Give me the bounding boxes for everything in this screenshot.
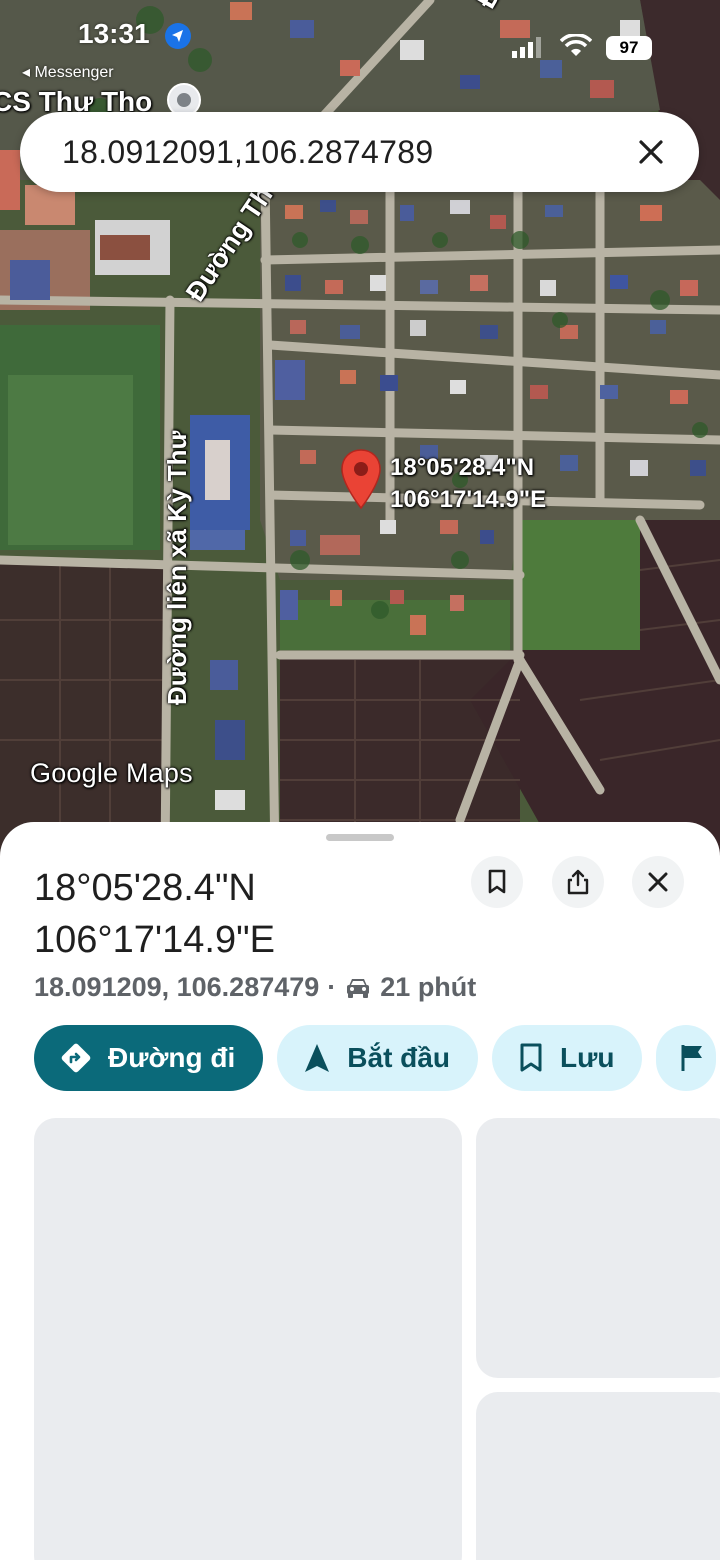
share-button[interactable] bbox=[552, 856, 604, 908]
place-title: 18°05'28.4"N 106°17'14.9"E bbox=[34, 862, 454, 966]
decimal-coordinates: 18.091209, 106.287479 bbox=[34, 972, 320, 1002]
more-action-chip[interactable] bbox=[656, 1025, 717, 1091]
location-pin[interactable] bbox=[340, 448, 382, 510]
close-icon bbox=[648, 872, 668, 892]
road-label-lien-xa: Đường liên xã Kỳ Thư bbox=[162, 430, 192, 705]
save-button[interactable]: Lưu bbox=[491, 1025, 643, 1091]
start-label: Bắt đầu bbox=[347, 1042, 450, 1073]
save-label: Lưu bbox=[559, 1042, 615, 1073]
bookmark-button[interactable] bbox=[471, 856, 523, 908]
battery-indicator: 97 bbox=[606, 36, 652, 60]
back-to-messenger[interactable]: ◂ Messenger bbox=[22, 62, 114, 82]
place-subline: 18.091209, 106.287479 · 21 phút bbox=[34, 972, 476, 1003]
status-time: 13:31 bbox=[78, 18, 150, 49]
share-icon bbox=[567, 869, 589, 895]
title-latitude: 18°05'28.4"N bbox=[34, 867, 256, 909]
signal-icon bbox=[512, 36, 542, 63]
directions-button[interactable]: Đường đi bbox=[34, 1025, 264, 1091]
map-pin-icon bbox=[341, 449, 381, 510]
car-icon bbox=[347, 978, 370, 998]
sheet-drag-handle[interactable] bbox=[326, 834, 394, 841]
satellite-map[interactable]: CS Thư Tho Đ Đường Th Đường liên xã Kỳ T… bbox=[0, 0, 720, 860]
drive-time: 21 phút bbox=[380, 972, 477, 1002]
directions-icon bbox=[61, 1043, 91, 1073]
pin-coordinates-label: 18°05'28.4"N 106°17'14.9"E bbox=[390, 454, 547, 513]
photo-placeholder-top-right[interactable] bbox=[476, 1118, 720, 1378]
wifi-icon bbox=[559, 33, 593, 63]
clear-search-button[interactable] bbox=[631, 132, 671, 172]
directions-label: Đường đi bbox=[108, 1042, 236, 1073]
bookmark-icon bbox=[488, 869, 506, 894]
google-maps-watermark: Google Maps bbox=[30, 758, 193, 788]
bookmark-icon bbox=[520, 1043, 542, 1072]
search-query[interactable]: 18.0912091,106.2874789 bbox=[62, 134, 631, 171]
photo-placeholder-large[interactable] bbox=[34, 1118, 462, 1560]
search-bar[interactable]: 18.0912091,106.2874789 bbox=[20, 112, 699, 192]
location-arrow-icon bbox=[164, 22, 192, 55]
separator-dot: · bbox=[327, 972, 337, 1002]
place-bottom-sheet: 18°05'28.4"N 106°17'14.9"E 18.091209, 10… bbox=[0, 822, 720, 1560]
title-longitude: 106°17'14.9"E bbox=[34, 919, 275, 961]
action-chips: Đường đi Bắt đầu Lưu bbox=[34, 1025, 720, 1091]
photo-placeholder-bottom-right[interactable] bbox=[476, 1392, 720, 1560]
close-sheet-button[interactable] bbox=[632, 856, 684, 908]
start-navigation-button[interactable]: Bắt đầu bbox=[277, 1025, 478, 1091]
close-icon bbox=[639, 140, 663, 164]
navigation-arrow-icon bbox=[305, 1044, 330, 1072]
flag-icon bbox=[681, 1045, 703, 1071]
